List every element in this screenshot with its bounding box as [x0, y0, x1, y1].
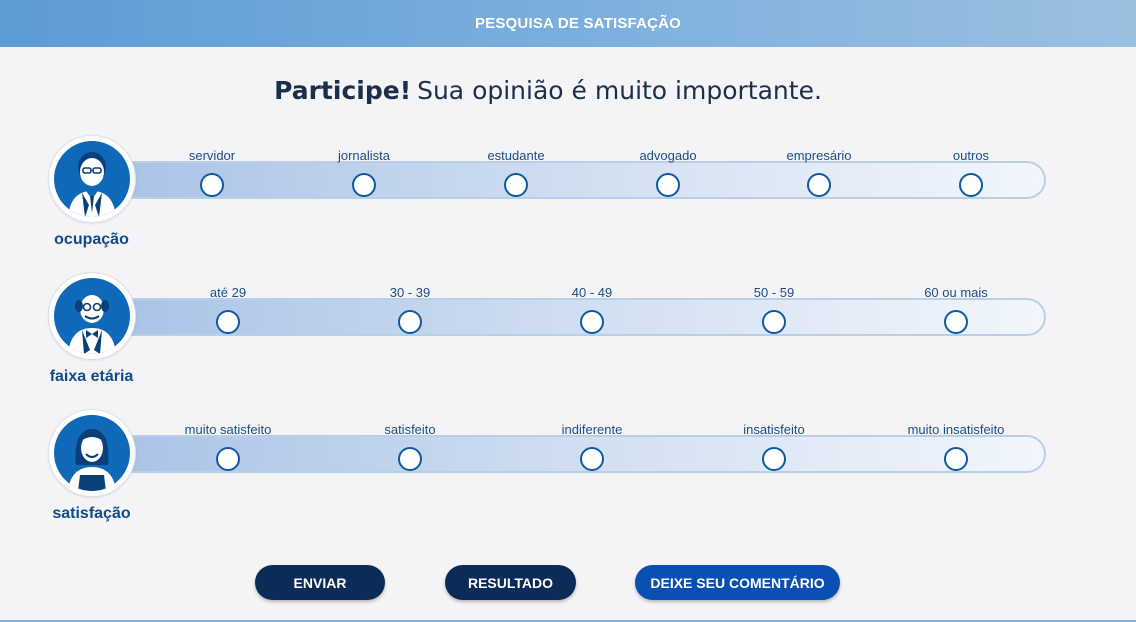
occupation-track — [112, 161, 1046, 199]
option-label-servidor: servidor — [188, 148, 236, 163]
satisfaction-row: satisfação muito satisfeito satisfeito i… — [0, 410, 1136, 540]
option-label-insatisfeito: insatisfeito — [743, 422, 805, 437]
option-label-50-59: 50 - 59 — [753, 285, 795, 300]
option-label-satisfeito: satisfeito — [384, 422, 436, 437]
satisfaction-track — [112, 435, 1046, 473]
age-range-row: faixa etária até 29 30 - 39 40 - 49 50 -… — [0, 273, 1136, 403]
radio-outros[interactable] — [959, 173, 983, 197]
radio-advogado[interactable] — [656, 173, 680, 197]
occupation-label: ocupação — [54, 231, 129, 248]
comment-button[interactable]: DEIXE SEU COMENTÁRIO — [635, 565, 840, 600]
radio-muito-insatisfeito[interactable] — [944, 447, 968, 471]
option-label-muito-insatisfeito: muito insatisfeito — [907, 422, 1005, 437]
radio-insatisfeito[interactable] — [762, 447, 786, 471]
radio-50-59[interactable] — [762, 310, 786, 334]
satisfaction-label: satisfação — [52, 505, 131, 522]
send-button[interactable]: ENVIAR — [255, 565, 385, 600]
option-label-jornalista: jornalista — [337, 148, 391, 163]
headline-text: Sua opinião é muito importante. — [417, 76, 822, 105]
option-label-indiferente: indiferente — [561, 422, 623, 437]
radio-servidor[interactable] — [200, 173, 224, 197]
smiling-woman-icon — [49, 410, 135, 496]
headline-bold: Participe! — [274, 76, 412, 105]
radio-60-ou-mais[interactable] — [944, 310, 968, 334]
radio-satisfeito[interactable] — [398, 447, 422, 471]
radio-40-49[interactable] — [580, 310, 604, 334]
age-range-label: faixa etária — [49, 368, 134, 385]
man-with-glasses-icon — [49, 136, 135, 222]
radio-ate-29[interactable] — [216, 310, 240, 334]
radio-empresario[interactable] — [807, 173, 831, 197]
occupation-row: ocupação servidor jornalista estudante a… — [0, 136, 1136, 266]
radio-muito-satisfeito[interactable] — [216, 447, 240, 471]
headline: Participe! Sua opinião é muito importante… — [0, 76, 1096, 105]
radio-30-39[interactable] — [398, 310, 422, 334]
survey-title: PESQUISA DE SATISFAÇÃO — [474, 15, 682, 32]
option-label-advogado: advogado — [639, 148, 697, 163]
radio-estudante[interactable] — [504, 173, 528, 197]
radio-jornalista[interactable] — [352, 173, 376, 197]
elderly-man-icon — [49, 273, 135, 359]
option-label-60-ou-mais: 60 ou mais — [924, 285, 988, 300]
option-label-30-39: 30 - 39 — [389, 285, 431, 300]
option-label-40-49: 40 - 49 — [571, 285, 613, 300]
result-button[interactable]: RESULTADO — [445, 565, 576, 600]
option-label-estudante: estudante — [487, 148, 545, 163]
option-label-ate-29: até 29 — [209, 285, 247, 300]
option-label-empresario: empresário — [786, 148, 852, 163]
radio-indiferente[interactable] — [580, 447, 604, 471]
option-label-outros: outros — [952, 148, 990, 163]
option-label-muito-satisfeito: muito satisfeito — [184, 422, 272, 437]
header-bar: PESQUISA DE SATISFAÇÃO — [0, 0, 1136, 47]
age-range-track — [112, 298, 1046, 336]
